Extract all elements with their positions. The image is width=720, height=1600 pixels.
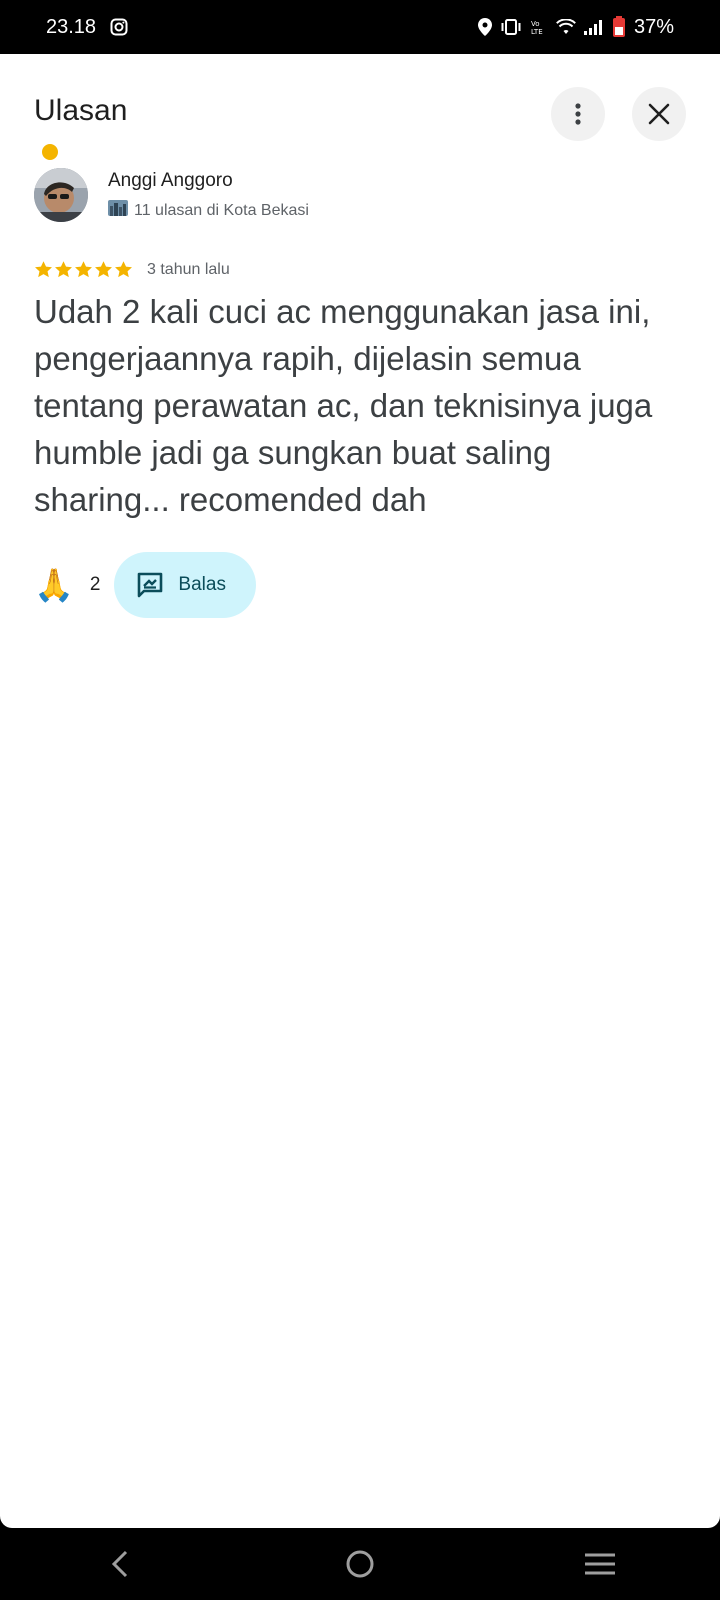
avatar[interactable] (34, 168, 88, 222)
city-icon (108, 200, 128, 221)
star-icon (75, 261, 92, 278)
reply-label: Balas (178, 574, 226, 595)
vibrate-icon (500, 19, 522, 35)
review-text: Udah 2 kali cuci ac menggunakan jasa ini… (34, 293, 653, 518)
wifi-icon (556, 19, 576, 35)
svg-text:LTE: LTE (531, 28, 543, 36)
star-icon (55, 261, 72, 278)
status-time: 23.18 (46, 15, 97, 38)
reaction-emoji[interactable]: 🙏 (34, 566, 74, 604)
reply-button[interactable]: Balas (114, 552, 257, 618)
more-vert-icon (575, 103, 581, 125)
system-nav-bar (0, 1528, 720, 1600)
reply-icon (138, 572, 163, 598)
menu-icon (585, 1553, 615, 1575)
svg-text:Vo: Vo (531, 20, 540, 28)
reviewer-meta: 11 ulasan di Kota Bekasi (108, 200, 309, 221)
reviewer-header[interactable]: Anggi Anggoro 11 ulasan di Kota Bekasi (34, 168, 684, 228)
home-icon (346, 1550, 374, 1578)
home-button[interactable] (330, 1534, 390, 1594)
review-time: 3 tahun lalu (147, 260, 230, 278)
star-icon (115, 261, 132, 278)
review-actions: 🙏 2 Balas (34, 552, 257, 618)
battery-percent: 37% (633, 15, 674, 38)
close-icon (648, 103, 670, 125)
star-icon (95, 261, 112, 278)
status-right: Vo LTE 37% (477, 15, 674, 39)
review-sheet: Ulasan Anggi Anggoro 11 ulasan di Kota B… (0, 54, 720, 1528)
status-bar: 23.18 Vo LTE 37% (0, 0, 720, 54)
more-options-button[interactable] (551, 87, 605, 141)
location-icon (477, 18, 492, 36)
back-button[interactable] (90, 1534, 150, 1594)
instagram-icon (110, 18, 128, 36)
reviewer-meta-text: 11 ulasan di Kota Bekasi (134, 201, 309, 219)
signal-icon (583, 19, 604, 35)
page-title: Ulasan (34, 94, 128, 127)
rating-row: 3 tahun lalu (34, 260, 230, 279)
volte-icon: Vo LTE (530, 18, 548, 36)
star-icon (35, 261, 52, 278)
back-icon (111, 1550, 128, 1578)
star-rating (34, 260, 133, 279)
battery-icon (612, 16, 626, 38)
reviewer-name[interactable]: Anggi Anggoro (108, 170, 233, 192)
reaction-count: 2 (89, 574, 101, 595)
recents-button[interactable] (570, 1534, 630, 1594)
close-button[interactable] (632, 87, 686, 141)
sheet-header: Ulasan (0, 54, 720, 168)
status-left: 23.18 (46, 16, 128, 39)
local-guide-badge-icon (40, 142, 60, 162)
